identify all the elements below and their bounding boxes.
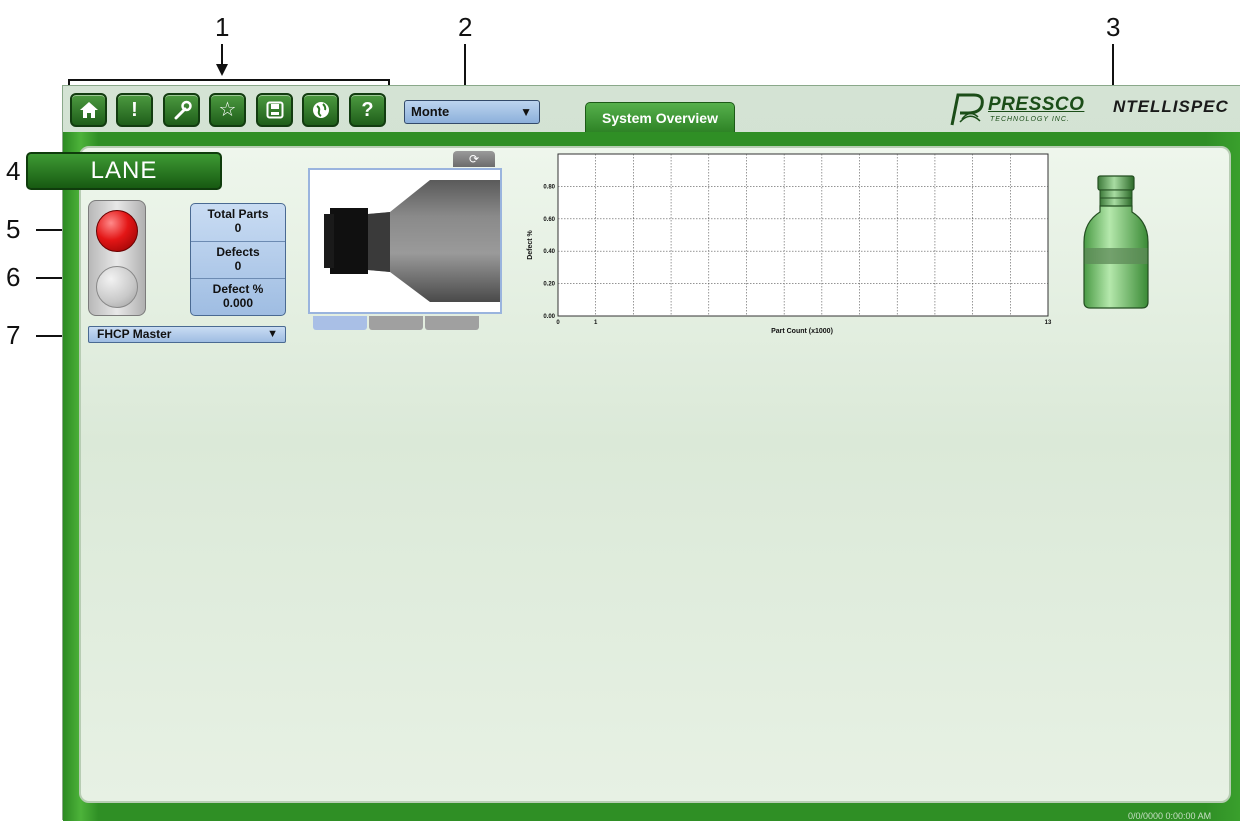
globe-icon [311, 100, 331, 120]
bottle-image [324, 180, 500, 302]
chevron-down-icon: ▼ [267, 328, 278, 340]
lane-select-value: Monte [411, 104, 450, 119]
intellispec-logo: NTELLISPEC [1113, 97, 1229, 116]
home-icon [79, 101, 99, 119]
chart-grid [557, 153, 1049, 317]
total-parts-value: 0 [234, 221, 242, 235]
defect-pct-label: Defect % [212, 282, 264, 297]
camera-image[interactable] [308, 168, 502, 314]
callout-2-line [464, 44, 466, 86]
help-button[interactable]: ? [349, 93, 386, 127]
chart-x-tick-label: 1 [594, 320, 598, 326]
save-icon [266, 101, 284, 119]
tab-system-overview[interactable]: System Overview [585, 102, 735, 132]
thumbnail-tab-2[interactable] [369, 316, 423, 330]
thumbnail-tab-1[interactable] [313, 316, 367, 330]
save-button[interactable] [256, 93, 293, 127]
lane-select[interactable]: Monte ▼ [404, 100, 540, 124]
recipe-select[interactable]: FHCP Master ▼ [88, 326, 286, 343]
defects-value: 0 [234, 258, 242, 273]
pressco-logo: PRESSCO TECHNOLOGY INC. [948, 90, 1098, 130]
chart-y-tick-label: 0.60 [543, 217, 555, 223]
status-lamp-off [96, 266, 138, 308]
network-button[interactable] [302, 93, 339, 127]
defects-cell: Defects 0 [191, 242, 285, 280]
status-lamp-red [96, 210, 138, 252]
callout-1-bracket [68, 79, 390, 81]
chart-x-axis-label: Part Count (x1000) [771, 328, 833, 335]
callout-7: 7 [6, 320, 21, 350]
chevron-down-icon: ▼ [520, 105, 532, 119]
defect-trend-svg: 0.00 0.20 0.40 0.60 0.80 0 1 13 Defect % Part C… [527, 153, 1052, 335]
total-parts-label: Total Parts [207, 207, 269, 221]
help-icon: ? [361, 99, 374, 121]
container-profile-bottle [1080, 172, 1152, 312]
refresh-icon: ⟳ [468, 152, 480, 166]
recipe-select-value: FHCP Master [97, 327, 172, 341]
alert-icon: ! [131, 99, 138, 121]
chart-y-tick-label: 0.00 [543, 314, 555, 320]
refresh-button[interactable]: ⟳ [453, 151, 495, 167]
chart-plot-area [557, 153, 1049, 317]
lane-stats: Total Parts 0 Defects 0 Defect % 0.000 [190, 203, 286, 316]
pressco-subtitle: TECHNOLOGY INC. [990, 116, 1070, 123]
callout-6: 6 [6, 262, 21, 292]
top-toolbar: ! ☆ ? Monte ▼ System Overview PRESSCO TE… [63, 86, 1240, 134]
chart-y-axis-label: Defect % [527, 229, 534, 259]
defect-pct-cell: Defect % 0.000 [191, 279, 285, 317]
chart-x-tick-label: 13 [1045, 320, 1052, 326]
callout-2: 2 [458, 12, 473, 42]
callout-5: 5 [6, 214, 21, 244]
defect-pct-value: 0.000 [222, 296, 254, 311]
callout-4: 4 [6, 156, 21, 186]
star-icon: ☆ [218, 99, 237, 121]
chart-x-tick-label: 0 [556, 320, 560, 326]
callout-1: 1 [215, 12, 230, 42]
wrench-icon [172, 100, 192, 120]
home-button[interactable] [70, 93, 107, 127]
chart-y-tick-label: 0.80 [543, 184, 555, 190]
chart-y-tick-label: 0.20 [543, 282, 555, 288]
thumbnail-tab-3[interactable] [425, 316, 479, 330]
defect-trend-chart: 0.00 0.20 0.40 0.60 0.80 0 1 13 Defect % Part C… [520, 150, 1060, 340]
callout-1-arrow [216, 64, 228, 76]
alarms-button[interactable]: ! [116, 93, 153, 127]
defects-label: Defects [216, 244, 260, 259]
lane-button[interactable]: LANE [26, 152, 222, 190]
callout-3: 3 [1106, 12, 1121, 42]
callout-1-line [221, 44, 223, 66]
tools-button[interactable] [163, 93, 200, 127]
total-parts-cell: Total Parts 0 [191, 204, 285, 242]
chart-y-tick-label: 0.40 [543, 249, 555, 255]
pressco-wordmark: PRESSCO [988, 94, 1085, 115]
favorites-button[interactable]: ☆ [209, 93, 246, 127]
stack-light [88, 200, 146, 316]
